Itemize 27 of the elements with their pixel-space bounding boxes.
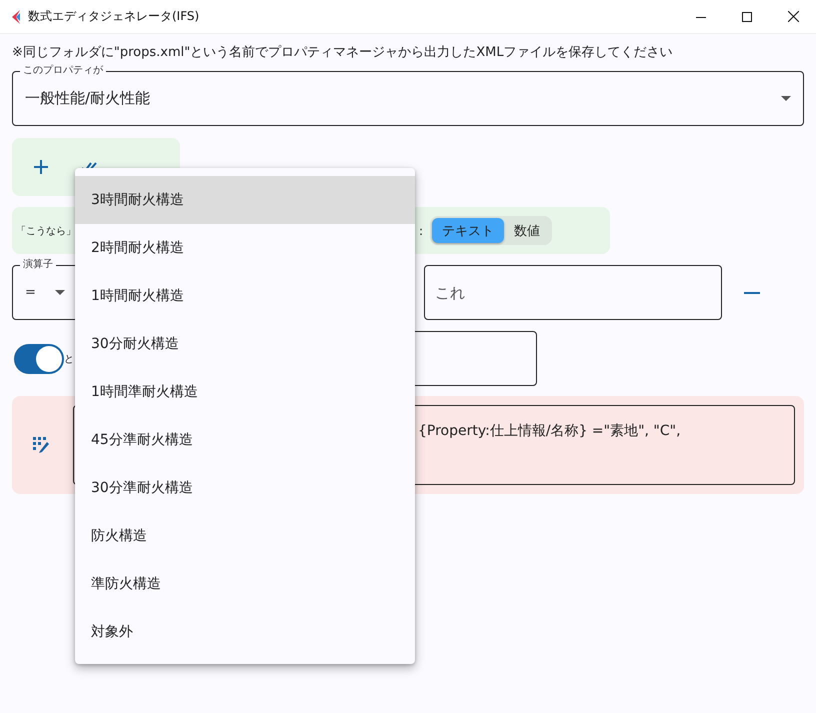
plus-icon: [34, 160, 48, 174]
caret-icon: [781, 96, 791, 101]
type-toggle-button[interactable]: テキスト: [432, 218, 504, 243]
minus-icon: [744, 292, 760, 294]
menu-item[interactable]: 1時間耐火構造: [75, 272, 415, 320]
grid-edit-icon: [33, 437, 49, 453]
menu-item[interactable]: 対象外: [75, 608, 415, 656]
menu-item[interactable]: 30分耐火構造: [75, 320, 415, 368]
caret-icon: [55, 290, 65, 295]
menu-item[interactable]: 45分準耐火構造: [75, 416, 415, 464]
menu-item[interactable]: 3時間耐火構造: [75, 176, 415, 224]
menu-item[interactable]: 2時間耐火構造: [75, 224, 415, 272]
app-logo-icon: [10, 10, 22, 24]
toggle-switch[interactable]: [14, 344, 64, 374]
maximize-icon: [742, 12, 752, 22]
switch-label: と: [64, 352, 74, 366]
menu-item[interactable]: 防火構造: [75, 512, 415, 560]
close-icon: [788, 11, 798, 22]
notice-text: ※同じフォルダに"props.xml"という名前でプロパティマネージャから出力したXMLファイルを保存してください: [12, 44, 674, 61]
separator-text: :: [419, 224, 424, 238]
value-input[interactable]: これ: [424, 265, 722, 320]
menu-item[interactable]: 準防火構造: [75, 560, 415, 608]
type-toggle-button[interactable]: 数値: [504, 218, 550, 243]
field-value: 一般性能/耐火性能: [25, 89, 152, 108]
field-value: =: [25, 285, 37, 300]
condition-label: 「こうなら」: [16, 224, 76, 238]
window-title: 数式エディタジェネレータ(IFS): [28, 8, 200, 25]
